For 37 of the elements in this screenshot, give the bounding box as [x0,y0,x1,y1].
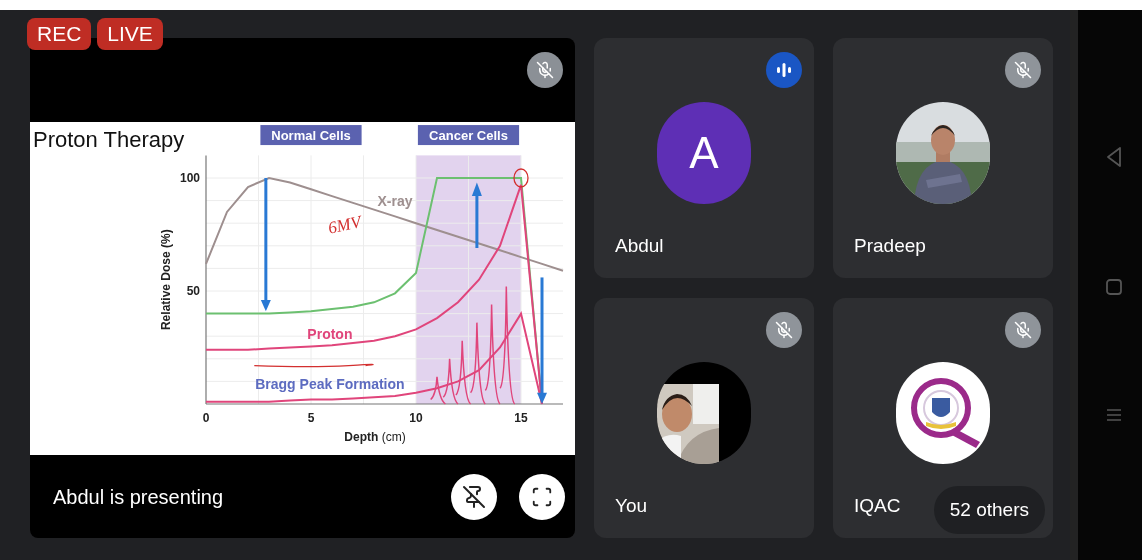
curve-label: X-ray [377,192,413,209]
pin-off-icon [462,484,486,509]
participant-name: Abdul [615,233,664,258]
participant-tile[interactable]: Pradeep [833,38,1053,278]
handwritten-note: 6MV [326,212,363,238]
x-tick-label: 0 [202,411,210,425]
slide-title: Proton Therapy [33,127,185,152]
status-badge: REC [27,18,92,50]
chart-label: Bragg Peak Formation [255,375,405,392]
participant-name: IQAC [854,493,901,518]
home-icon[interactable] [1105,278,1123,296]
presenting-caption: Abdul is presenting [53,484,225,510]
participant-name: Pradeep [854,233,926,258]
avatar-letter: A [689,127,719,179]
y-tick-label: 100 [179,171,200,185]
back-icon[interactable] [1105,146,1123,168]
participant-tile[interactable]: A Abdul [594,38,814,278]
x-tick-label: 10 [409,411,423,425]
curve-label: Proton [307,325,353,342]
region-tag: Cancer Cells [417,125,520,146]
participant-tile[interactable]: IQAC 52 others [833,298,1053,538]
unpin-button[interactable] [451,473,497,520]
participant-tile[interactable]: You [594,298,814,538]
others-count[interactable]: 52 others [933,485,1045,535]
x-tick-label: 15 [514,411,528,425]
x-axis-label: Depth (cm) [344,430,406,444]
status-badge: LIVE [97,18,163,50]
dose-arrow [471,182,482,249]
y-axis-label: Relative Dose (%) [159,229,173,331]
fullscreen-button[interactable] [519,473,565,520]
ink-circle [513,168,529,188]
region-tag: Normal Cells [260,125,362,146]
fullscreen-icon [531,485,553,508]
menu-icon[interactable] [1105,406,1123,424]
participant-name: You [615,493,648,518]
y-tick-label: 50 [186,284,200,298]
x-tick-label: 5 [307,411,315,425]
